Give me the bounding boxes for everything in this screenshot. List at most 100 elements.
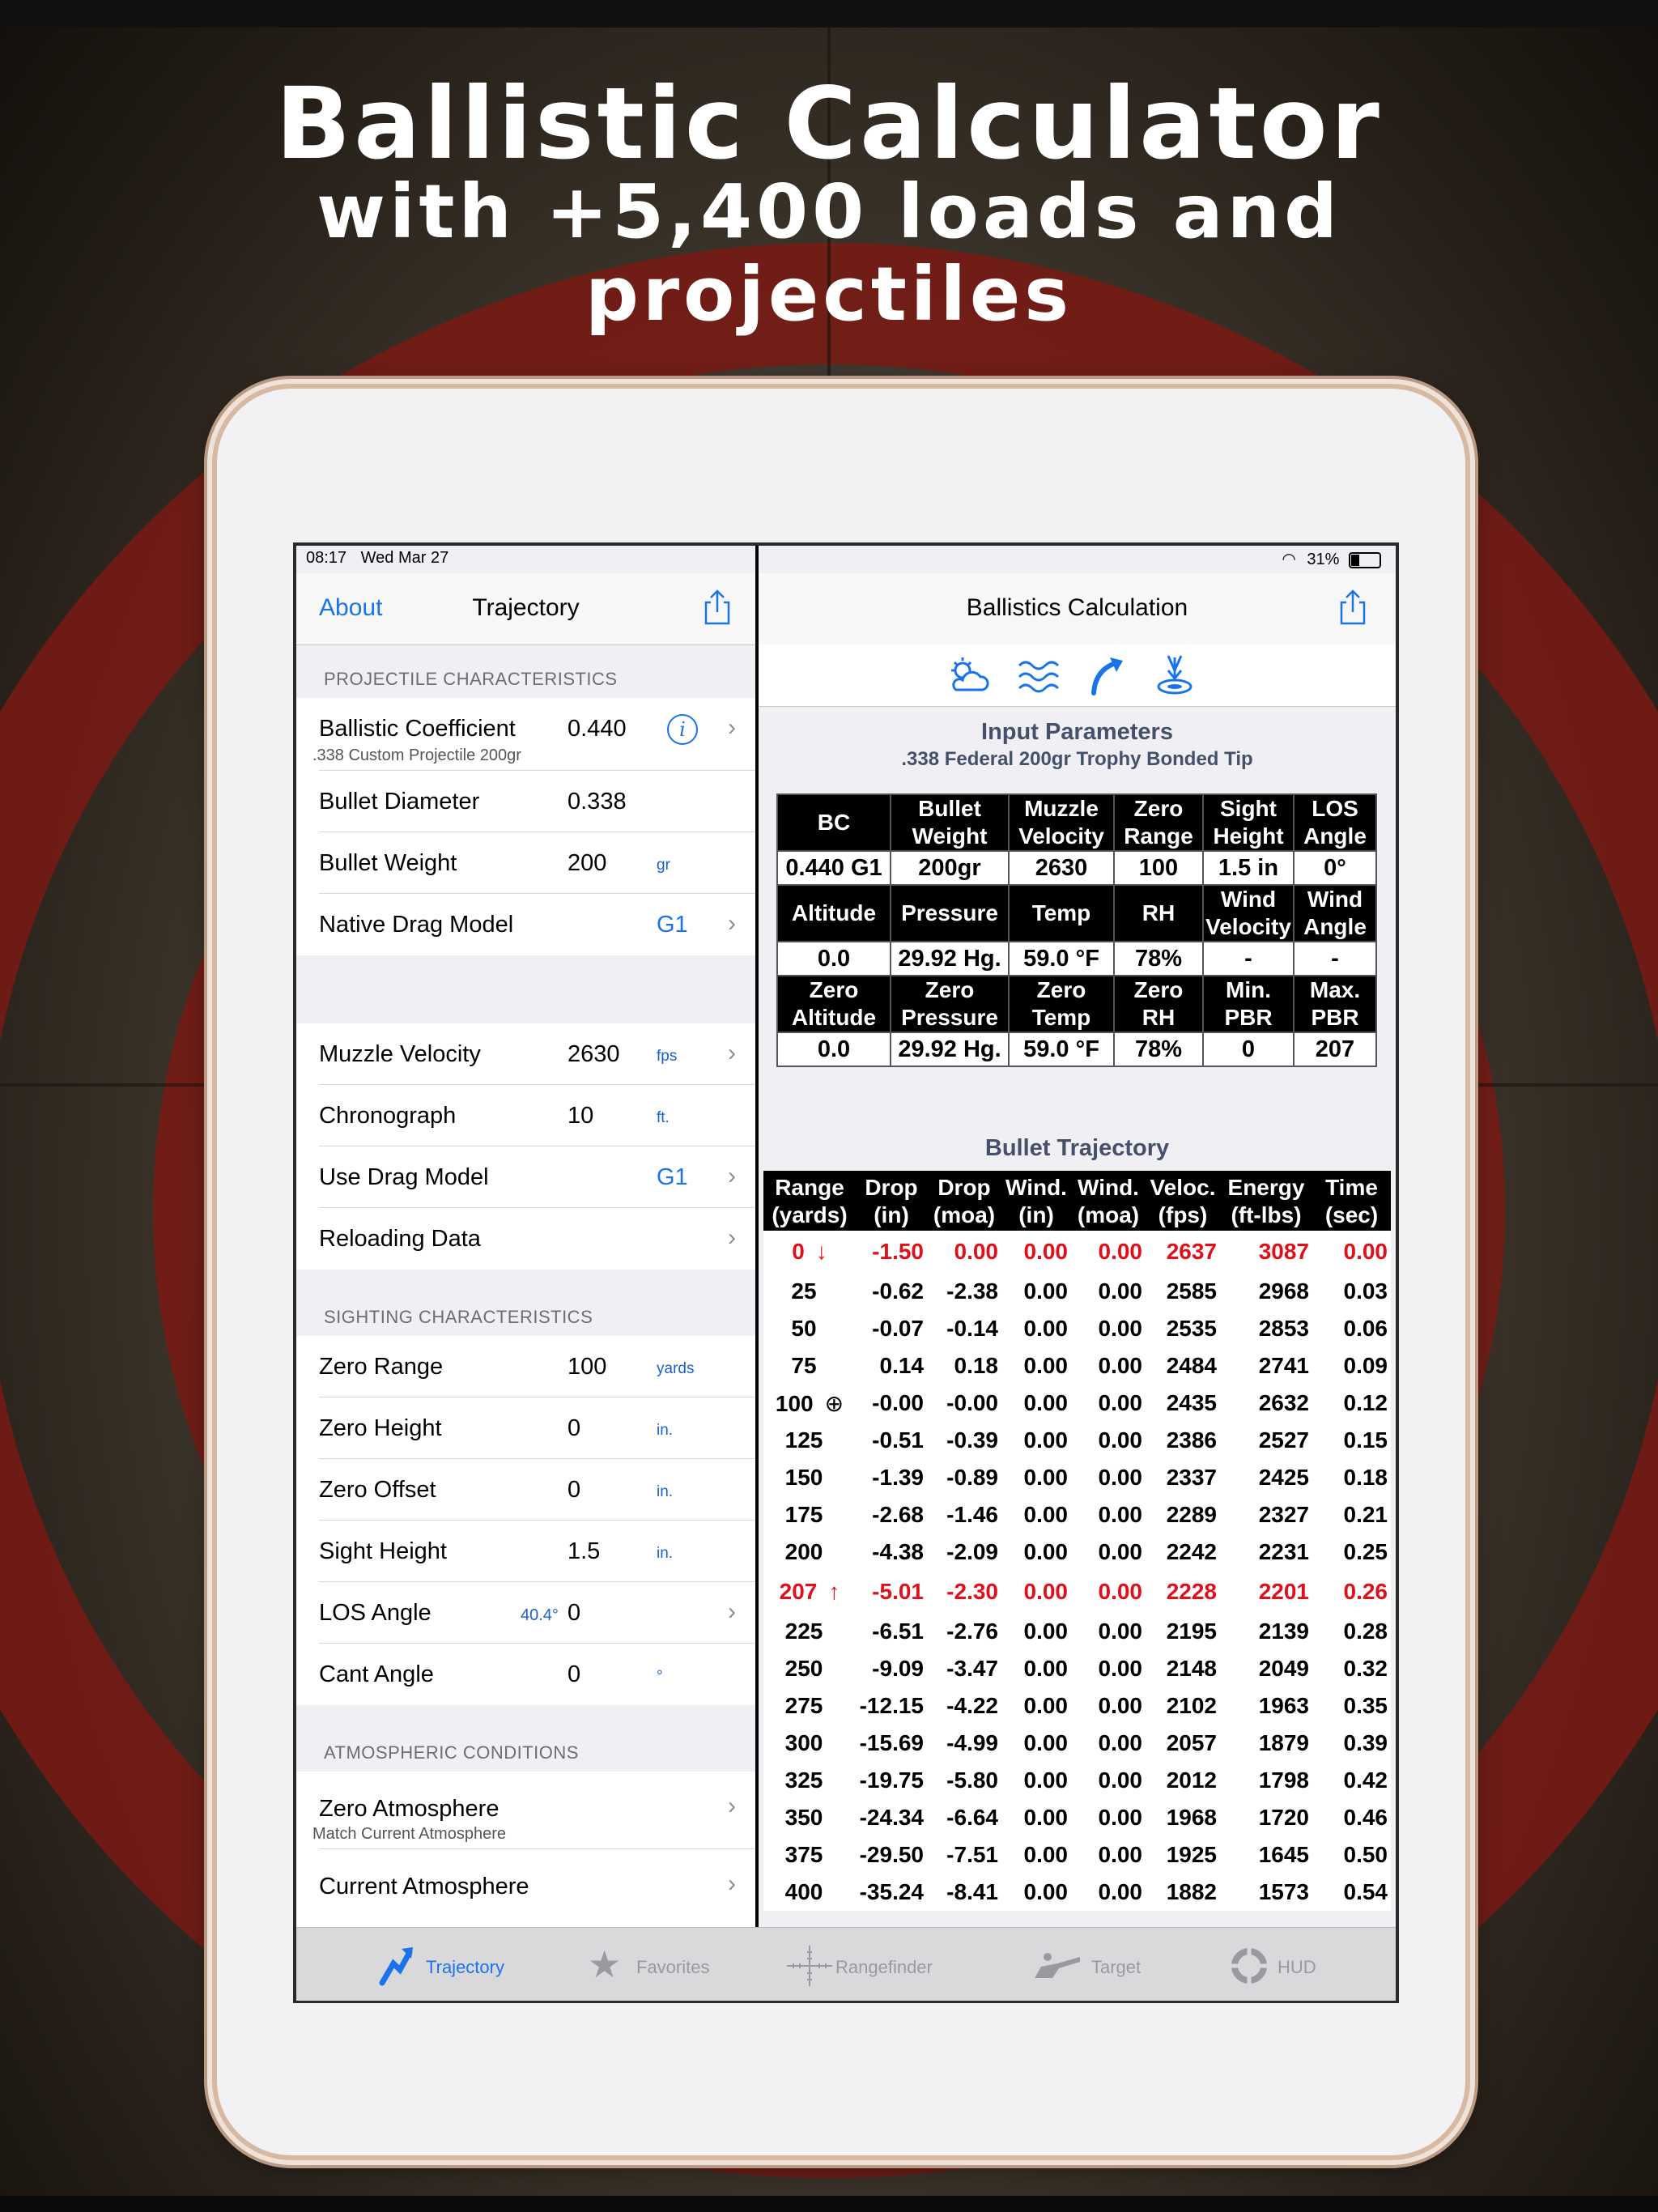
table-cell: -4.99	[927, 1725, 1001, 1762]
native-drag-model-row[interactable]: Native Drag Model G1 ›	[296, 894, 755, 955]
calc-toolbar	[759, 644, 1396, 707]
table-cell: -2.38	[927, 1273, 1001, 1310]
table-cell: -2.68	[856, 1496, 927, 1534]
range-value: 50	[791, 1316, 817, 1341]
share-icon[interactable]	[1333, 588, 1372, 627]
table-cell: 2195	[1146, 1613, 1220, 1650]
use-drag-model-row[interactable]: Use Drag Model G1 ›	[296, 1146, 755, 1208]
chevron-right-icon: ›	[728, 1224, 736, 1251]
impact-icon[interactable]	[1152, 653, 1197, 698]
trajectory-arc-icon[interactable]	[1086, 654, 1128, 696]
params-value-cell: 59.0 °F	[1008, 1032, 1115, 1067]
table-cell: 0.00	[1071, 1762, 1146, 1799]
table-cell: 2637	[1146, 1231, 1220, 1273]
chevron-right-icon: ›	[728, 1040, 736, 1066]
table-row[interactable]: 75 0.14 0.18 0.00 0.00 2484 2741 0.09	[763, 1347, 1391, 1385]
weather-icon[interactable]	[945, 654, 990, 696]
tab-rangefinder[interactable]: Rangefinder	[787, 1946, 933, 1986]
params-header-cell: Zero Pressure	[890, 975, 1010, 1033]
range-cell: 0 ↓	[763, 1231, 856, 1273]
params-header-cell: Temp	[1008, 884, 1115, 942]
table-cell: -0.00	[856, 1385, 927, 1422]
table-row[interactable]: 275 -12.15 -4.22 0.00 0.00 2102 1963 0.35	[763, 1687, 1391, 1725]
tab-favorites[interactable]: ★ Favorites	[588, 1946, 709, 1986]
chronograph-row[interactable]: Chronograph 10 ft.	[296, 1085, 755, 1146]
table-row[interactable]: 250 -9.09 -3.47 0.00 0.00 2148 2049 0.32	[763, 1650, 1391, 1687]
table-row[interactable]: 50 -0.07 -0.14 0.00 0.00 2535 2853 0.06	[763, 1310, 1391, 1347]
tab-target[interactable]: Target	[1033, 1946, 1141, 1986]
current-atmosphere-row[interactable]: Current Atmosphere ›	[296, 1849, 755, 1927]
table-cell: -35.24	[856, 1874, 927, 1911]
table-cell: 0.46	[1312, 1799, 1391, 1836]
headline-subtitle-2: projectiles	[585, 251, 1073, 338]
range-value: 207	[779, 1579, 818, 1604]
table-cell: 3087	[1220, 1231, 1312, 1273]
table-cell: 0.00	[1001, 1613, 1071, 1650]
reloading-data-row[interactable]: Reloading Data ›	[296, 1208, 755, 1270]
range-cell: 350	[763, 1799, 856, 1836]
table-row[interactable]: 175 -2.68 -1.46 0.00 0.00 2289 2327 0.21	[763, 1496, 1391, 1534]
table-row[interactable]: 225 -6.51 -2.76 0.00 0.00 2195 2139 0.28	[763, 1613, 1391, 1650]
share-icon[interactable]	[698, 588, 737, 627]
table-cell: 0.00	[1071, 1231, 1146, 1273]
table-cell: -29.50	[856, 1836, 927, 1874]
muzzle-velocity-row[interactable]: Muzzle Velocity 2630 fps ›	[296, 1023, 755, 1085]
table-row[interactable]: 125 -0.51 -0.39 0.00 0.00 2386 2527 0.15	[763, 1422, 1391, 1459]
params-value-cell: -	[1293, 941, 1377, 976]
chevron-right-icon: ›	[728, 1598, 736, 1625]
params-header-row: BC Bullet Weight Muzzle Velocity Zero Range…	[776, 793, 1377, 852]
left-nav-bar: About Trajectory	[296, 573, 755, 645]
table-row[interactable]: 0 ↓ -1.50 0.00 0.00 0.00 2637 3087 0.00	[763, 1231, 1391, 1273]
tab-trajectory[interactable]: Trajectory	[377, 1946, 504, 1986]
table-cell: 2049	[1220, 1650, 1312, 1687]
table-row[interactable]: 375 -29.50 -7.51 0.00 0.00 1925 1645 0.50	[763, 1836, 1391, 1874]
zero-atmo-label: Zero Atmosphere	[319, 1796, 500, 1822]
table-row[interactable]: 150 -1.39 -0.89 0.00 0.00 2337 2425 0.18	[763, 1459, 1391, 1496]
params-value-cell: 0.0	[776, 1032, 891, 1067]
range-value: 125	[784, 1427, 823, 1453]
headline-subtitle-1: with +5,400 loads and	[316, 168, 1342, 255]
chrono-unit: ft.	[657, 1109, 670, 1126]
zero-atmosphere-row[interactable]: Zero Atmosphere Match Current Atmosphere…	[296, 1772, 755, 1849]
table-cell: 2057	[1146, 1725, 1220, 1762]
range-value: 25	[791, 1278, 817, 1304]
trajectory-header-cell: Energy (ft-lbs)	[1220, 1171, 1312, 1231]
table-cell: 0.00	[1071, 1273, 1146, 1310]
table-row[interactable]: 200 -4.38 -2.09 0.00 0.00 2242 2231 0.25	[763, 1534, 1391, 1571]
table-cell: 0.06	[1312, 1310, 1391, 1347]
bullet-diameter-row[interactable]: Bullet Diameter 0.338	[296, 771, 755, 832]
wind-icon[interactable]	[1014, 654, 1060, 696]
table-cell: 0.00	[1071, 1385, 1146, 1422]
range-cell: 125	[763, 1422, 856, 1459]
right-nav-title: Ballistics Calculation	[966, 594, 1188, 621]
trajectory-tab-icon	[379, 1947, 413, 1986]
bc-label: Ballistic Coefficient	[319, 716, 516, 742]
table-row[interactable]: 207 ↑ -5.01 -2.30 0.00 0.00 2228 2201 0.26	[763, 1571, 1391, 1613]
table-cell: 2327	[1220, 1496, 1312, 1534]
info-icon[interactable]: i	[667, 714, 698, 745]
params-value-cell: 100	[1113, 850, 1204, 886]
table-cell: 0.00	[1071, 1799, 1146, 1836]
los-angle-row[interactable]: LOS Angle 40.4° 0 ›	[296, 1582, 755, 1644]
table-row[interactable]: 400 -35.24 -8.41 0.00 0.00 1882 1573 0.54	[763, 1874, 1391, 1911]
table-row[interactable]: 100 ⊕ -0.00 -0.00 0.00 0.00 2435 2632 0.12	[763, 1385, 1391, 1422]
zero-height-row[interactable]: Zero Height 0 in.	[296, 1397, 755, 1459]
chrono-value: 10	[568, 1103, 594, 1129]
zero-range-row[interactable]: Zero Range 100 yards	[296, 1336, 755, 1397]
table-cell: 0.00	[1071, 1571, 1146, 1613]
bullet-weight-row[interactable]: Bullet Weight 200 gr	[296, 832, 755, 894]
table-cell: 2228	[1146, 1571, 1220, 1613]
table-row[interactable]: 300 -15.69 -4.99 0.00 0.00 2057 1879 0.39	[763, 1725, 1391, 1762]
zero-offset-row[interactable]: Zero Offset 0 in.	[296, 1459, 755, 1521]
table-cell: 1798	[1220, 1762, 1312, 1799]
table-cell: 1645	[1220, 1836, 1312, 1874]
table-cell: 1720	[1220, 1799, 1312, 1836]
tab-hud[interactable]: HUD	[1229, 1946, 1316, 1986]
table-row[interactable]: 25 -0.62 -2.38 0.00 0.00 2585 2968 0.03	[763, 1273, 1391, 1310]
cant-angle-row[interactable]: Cant Angle 0 °	[296, 1644, 755, 1705]
ballistic-coefficient-row[interactable]: Ballistic Coefficient 0.440 .338 Custom …	[296, 698, 755, 771]
table-row[interactable]: 325 -19.75 -5.80 0.00 0.00 2012 1798 0.42	[763, 1762, 1391, 1799]
sight-height-row[interactable]: Sight Height 1.5 in.	[296, 1521, 755, 1582]
table-cell: 2968	[1220, 1273, 1312, 1310]
table-row[interactable]: 350 -24.34 -6.64 0.00 0.00 1968 1720 0.46	[763, 1799, 1391, 1836]
